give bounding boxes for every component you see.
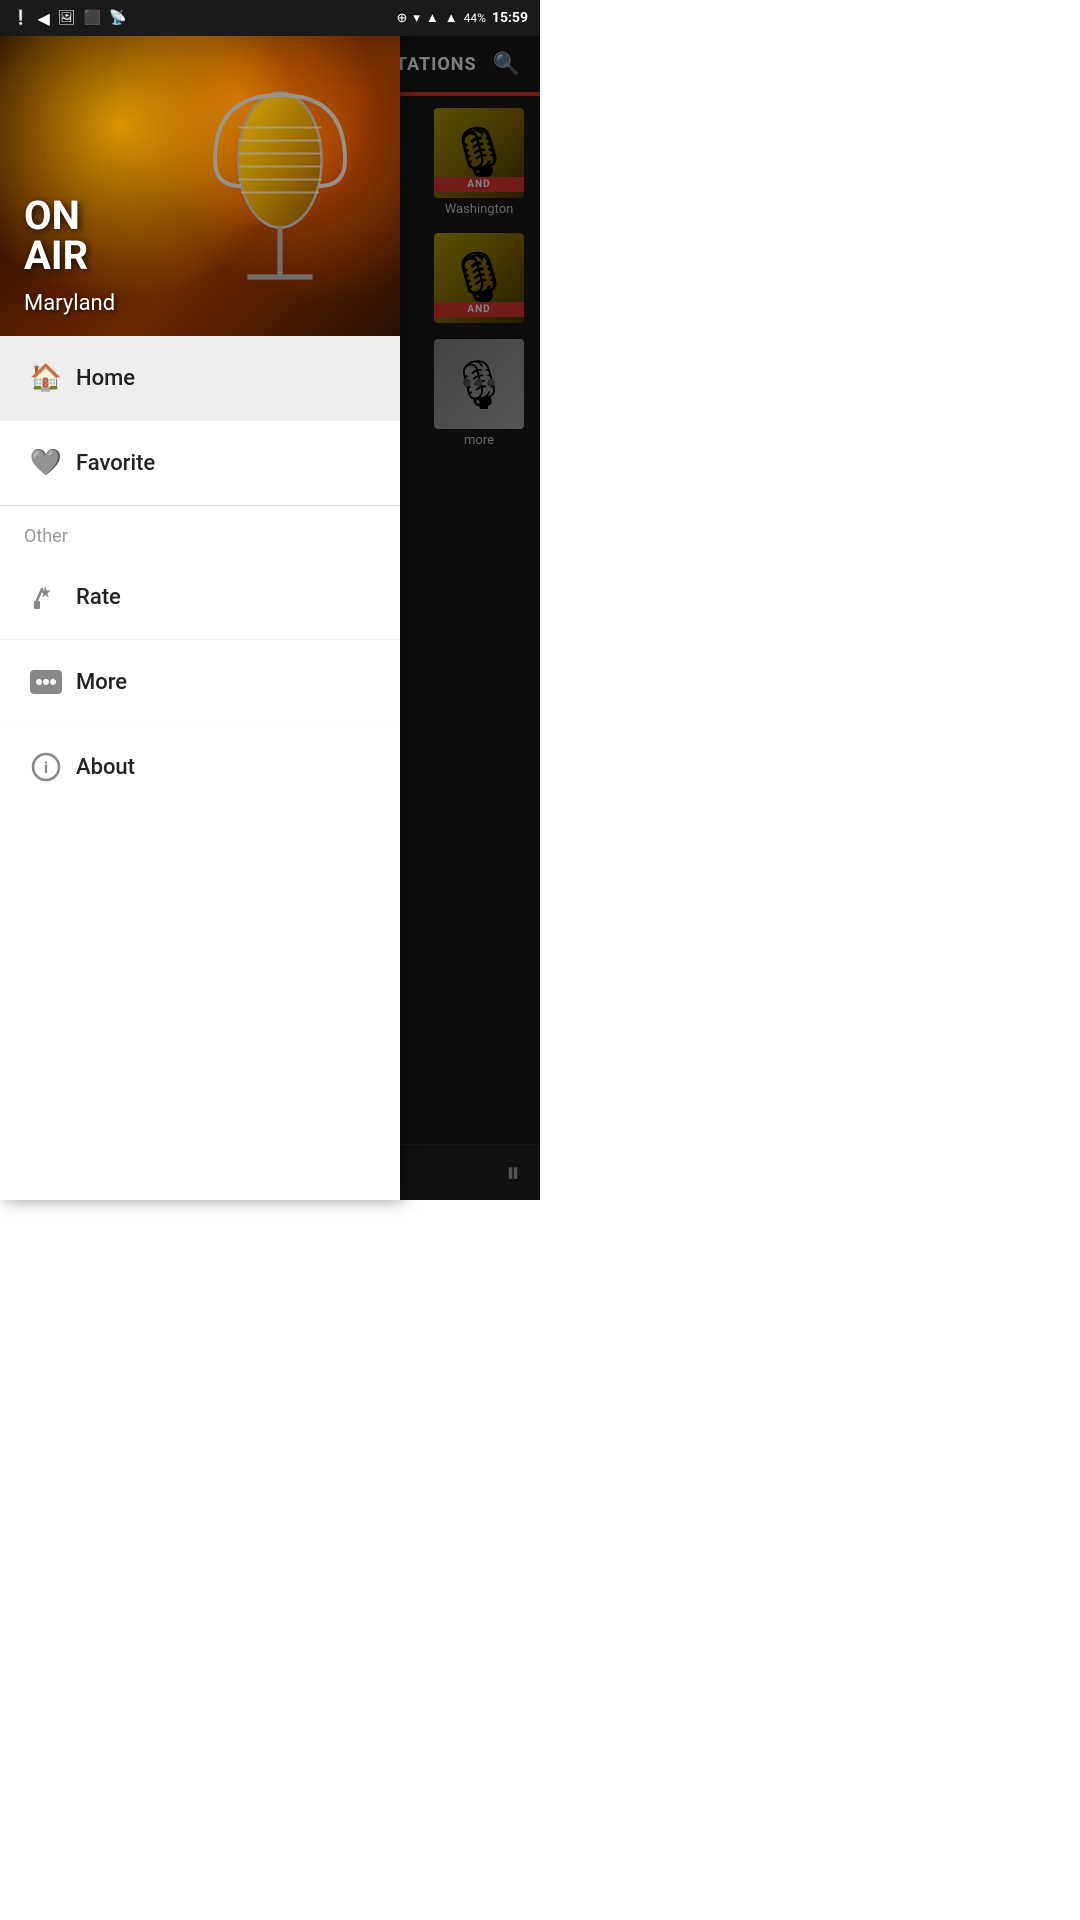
heart-icon: 🩶 — [24, 441, 68, 485]
about-label: About — [76, 755, 135, 780]
drawer-header: ONAIR Maryland — [0, 36, 400, 336]
rate-label: Rate — [76, 585, 121, 610]
add-icon: ⊕ — [396, 11, 407, 26]
status-bar-left: ❕ ◀ 🖼 ⬛ 📡 — [12, 9, 126, 28]
status-bar: ❕ ◀ 🖼 ⬛ 📡 ⊕ ▾ ▲ ▲ 44% 15:59 — [0, 0, 540, 36]
drawer-item-favorite[interactable]: 🩶 Favorite — [0, 421, 400, 506]
drawer-item-home[interactable]: 🏠 Home — [0, 336, 400, 421]
image-icon: 🖼 — [58, 10, 76, 26]
overlay-dim[interactable] — [400, 36, 540, 1200]
app-container: STATIONS 🔍 🎙 AND Washington 🎙 — [0, 36, 540, 1200]
more-label: More — [76, 670, 127, 695]
cast-icon: 📡 — [109, 10, 126, 26]
wifi-icon: ▾ — [413, 11, 420, 26]
home-icon: 🏠 — [24, 356, 68, 400]
time-label: 15:59 — [492, 10, 528, 26]
other-section-label: Other — [0, 506, 400, 555]
home-label: Home — [76, 366, 135, 391]
favorite-label: Favorite — [76, 451, 155, 476]
drawer-menu: 🏠 Home 🩶 Favorite Other Rate — [0, 336, 400, 1200]
battery-label: 44% — [464, 11, 486, 25]
status-bar-right: ⊕ ▾ ▲ ▲ 44% 15:59 — [396, 10, 528, 26]
drawer-item-about[interactable]: i About — [0, 725, 400, 809]
microphone-illustration — [200, 56, 360, 316]
rate-icon — [24, 575, 68, 619]
more-icon — [24, 660, 68, 704]
drawer-item-more[interactable]: More — [0, 640, 400, 725]
drawer-item-rate[interactable]: Rate — [0, 555, 400, 640]
info-icon: i — [24, 745, 68, 789]
drawer-header-bg: ONAIR Maryland — [0, 36, 400, 336]
signal2-icon: ▲ — [445, 10, 458, 26]
on-air-text: ONAIR — [24, 196, 88, 276]
svg-text:i: i — [44, 758, 48, 777]
signal-icon: ▲ — [426, 10, 439, 26]
back-icon[interactable]: ◀ — [37, 9, 49, 28]
location-text: Maryland — [24, 291, 115, 316]
notification-icon: ❕ — [12, 10, 29, 26]
stop-icon: ⬛ — [84, 10, 101, 26]
navigation-drawer: ONAIR Maryland 🏠 Home 🩶 Favorite Other — [0, 36, 400, 1200]
